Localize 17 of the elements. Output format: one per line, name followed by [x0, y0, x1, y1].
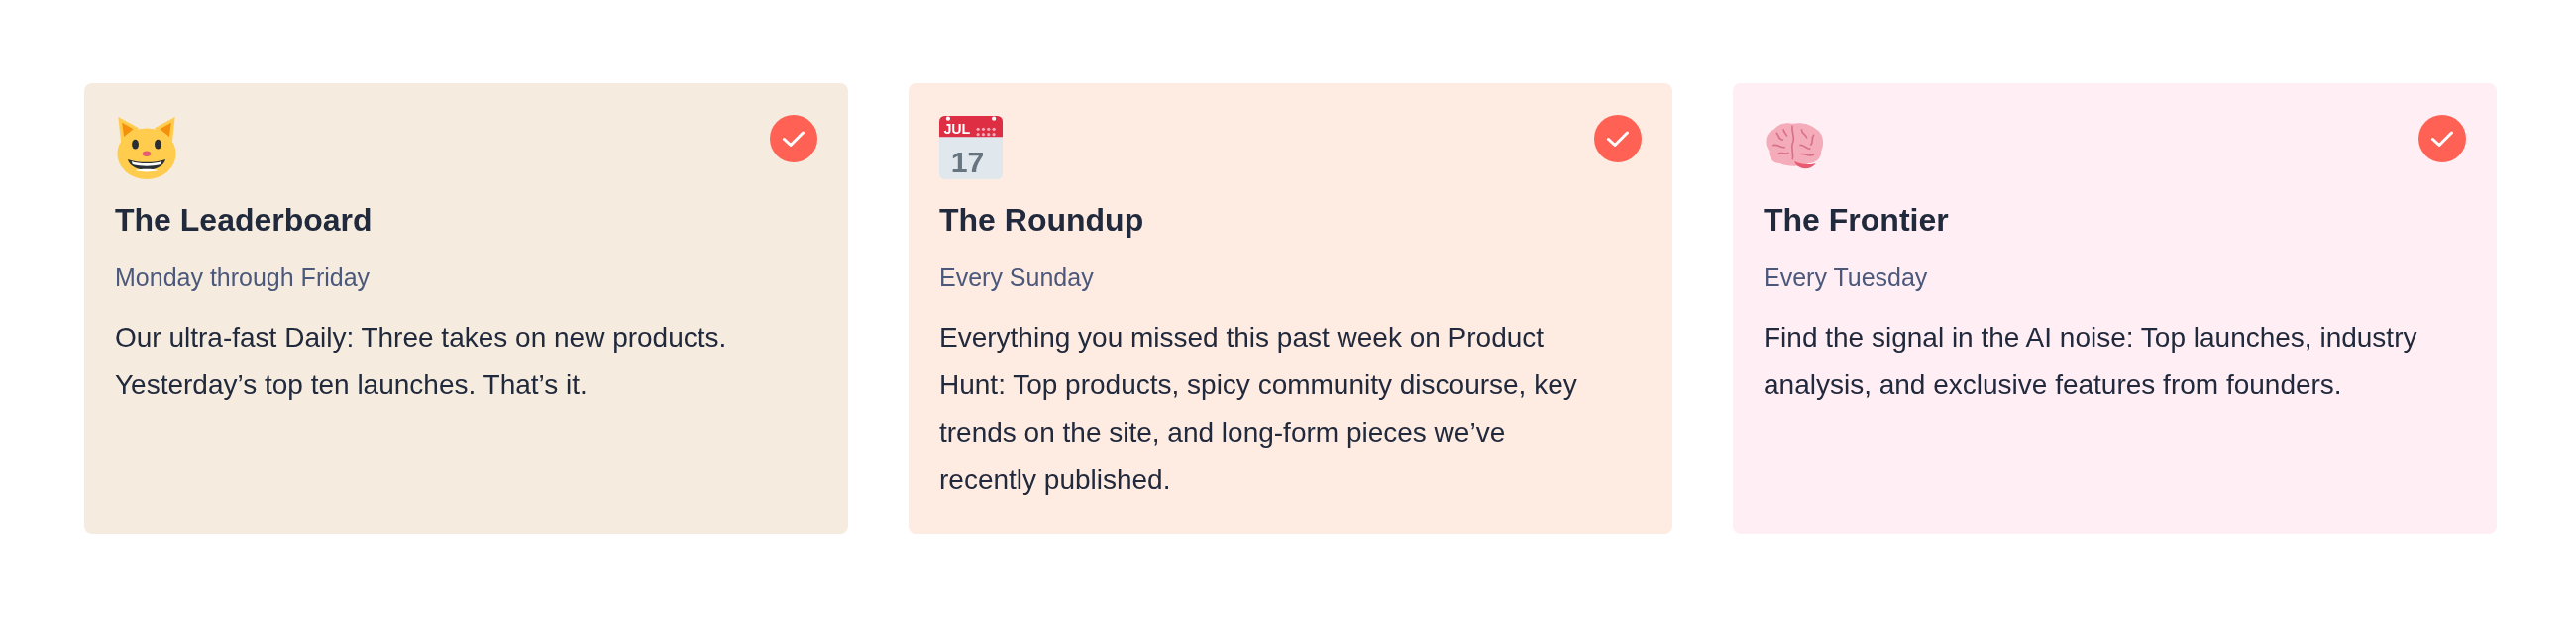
newsletter-description: Our ultra-fast Daily: Three takes on new products. Yesterday’s top ten launches. That’s it. — [115, 321, 728, 402]
check-icon — [1607, 130, 1629, 148]
subscribe-toggle[interactable] — [770, 115, 817, 162]
calendar-icon: JUL 17 — [939, 115, 1003, 179]
cat-face-icon — [115, 115, 178, 179]
newsletter-schedule: Every Sunday — [939, 262, 1095, 293]
subscribe-toggle[interactable] — [2418, 115, 2466, 162]
newsletter-schedule: Every Tuesday — [1764, 262, 1929, 293]
check-icon — [783, 130, 805, 148]
newsletter-title: The Leaderboard — [115, 202, 374, 238]
subscribe-toggle[interactable] — [1594, 115, 1642, 162]
check-icon — [2431, 130, 2453, 148]
newsletter-schedule: Monday through Friday — [115, 262, 372, 293]
newsletter-title: The Roundup — [939, 202, 1145, 238]
newsletter-title: The Frontier — [1764, 202, 1950, 238]
newsletter-description: Everything you missed this past week on Product Hunt: Top products, spicy community discourse, key trends on the site, and long-form pieces we’ve recently published. — [939, 321, 1578, 497]
newsletter-description: Find the signal in the AI noise: Top launches, industry analysis, and exclusive features from founders. — [1764, 321, 2418, 402]
